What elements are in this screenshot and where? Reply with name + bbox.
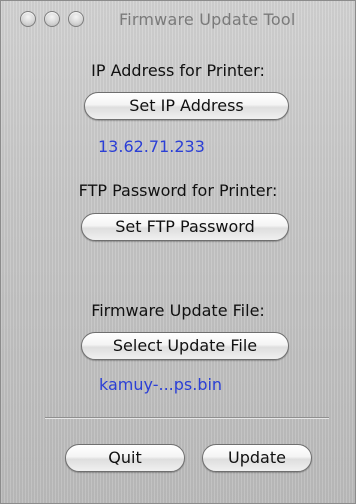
- ip-address-label: IP Address for Printer:: [91, 61, 265, 80]
- set-ip-address-button[interactable]: Set IP Address: [84, 92, 289, 120]
- quit-button[interactable]: Quit: [65, 444, 185, 472]
- ip-address-value: 13.62.71.233: [98, 137, 205, 156]
- minimize-window-icon[interactable]: [44, 11, 60, 27]
- zoom-window-icon[interactable]: [68, 11, 84, 27]
- ftp-password-label: FTP Password for Printer:: [78, 181, 278, 200]
- firmware-file-label: Firmware Update File:: [91, 301, 265, 320]
- update-button[interactable]: Update: [202, 444, 312, 472]
- window-title: Firmware Update Tool: [119, 10, 296, 29]
- firmware-update-window: Firmware Update Tool IP Address for Prin…: [0, 0, 356, 504]
- footer-divider: [45, 417, 329, 419]
- select-update-file-button[interactable]: Select Update File: [81, 332, 289, 360]
- close-window-icon[interactable]: [20, 11, 36, 27]
- set-ftp-password-button[interactable]: Set FTP Password: [81, 213, 289, 241]
- selected-file-value: kamuy-...ps.bin: [99, 375, 223, 394]
- title-bar: Firmware Update Tool: [1, 1, 355, 39]
